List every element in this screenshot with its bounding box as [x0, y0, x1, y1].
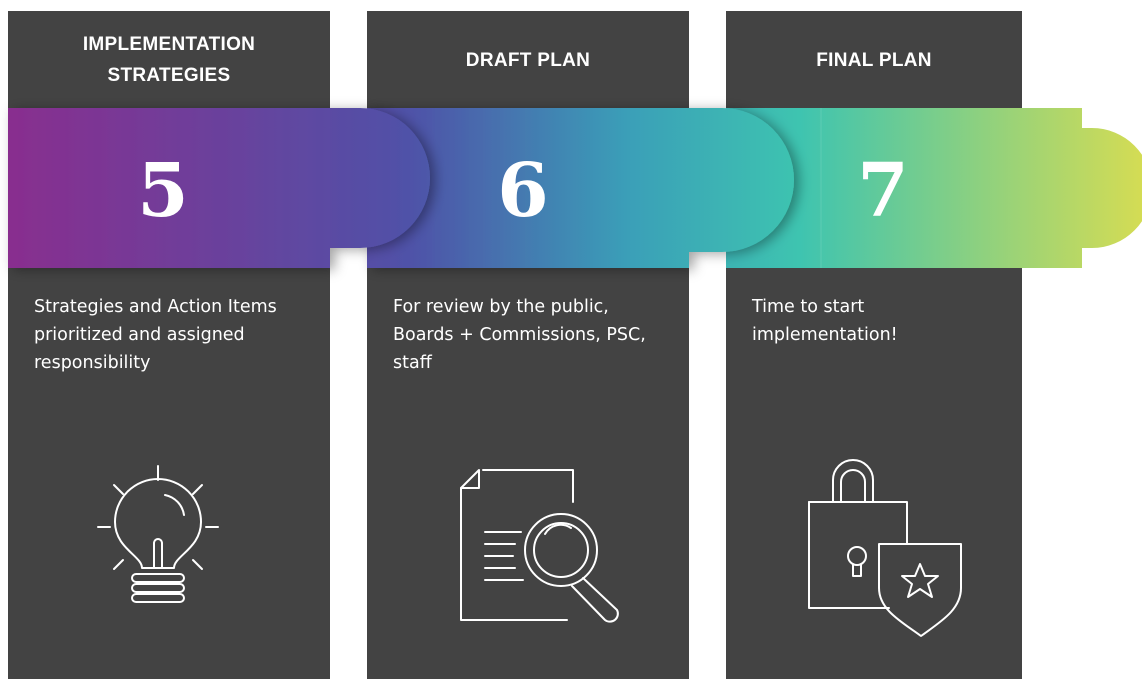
step-5-title: IMPLEMENTATION STRATEGIES: [82, 34, 256, 86]
step-7-number: 7: [857, 148, 909, 234]
step-7-title: FINAL PLAN: [816, 49, 932, 71]
step-6-description: For review by the public, Boards + Commi…: [393, 297, 646, 373]
step-6-number: 6: [497, 148, 549, 234]
step-6-title: DRAFT PLAN: [465, 49, 591, 71]
document-search-icon: [455, 460, 635, 630]
step-5-number: 5: [137, 148, 189, 234]
step-7-description: Time to start implementation!: [752, 297, 898, 345]
lightbulb-icon: [70, 460, 250, 630]
lock-shield-icon: [795, 459, 975, 637]
step-5-description: Strategies and Action Items prioritized …: [34, 297, 277, 373]
